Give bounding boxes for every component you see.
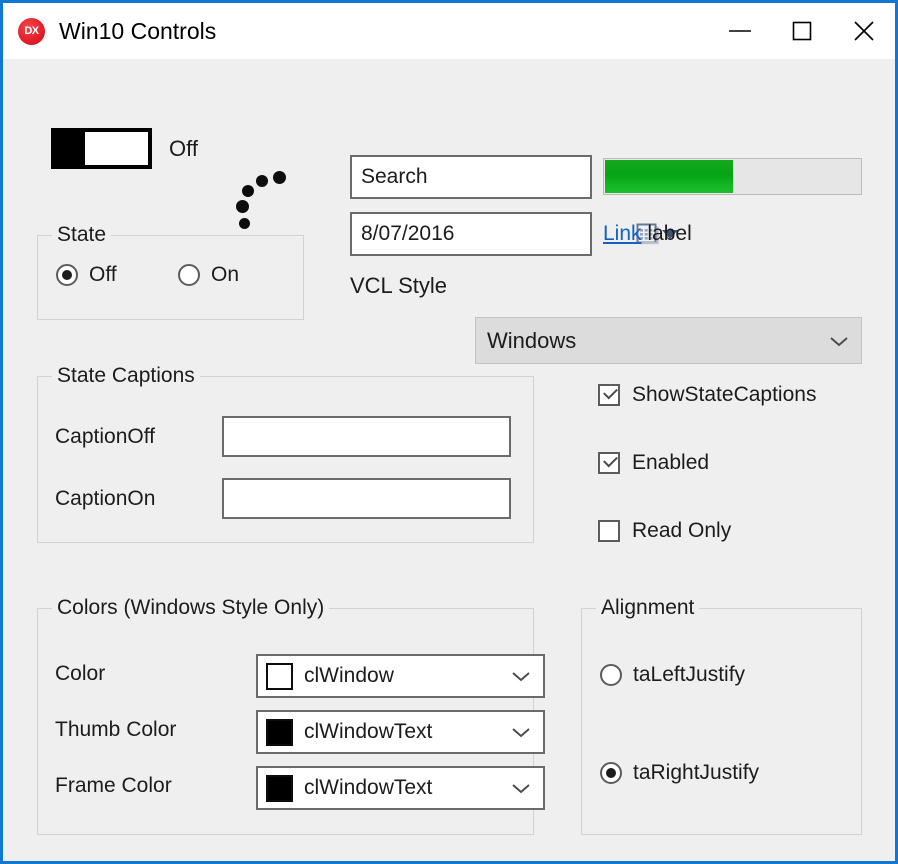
chevron-down-icon[interactable] — [499, 725, 543, 739]
checkbox-label: Enabled — [632, 451, 709, 475]
activity-dot — [256, 175, 268, 187]
checkbox-indicator — [598, 520, 620, 542]
caption-button-group — [709, 3, 895, 59]
caption-on-field[interactable] — [222, 478, 511, 519]
thumb-color-combo[interactable]: clWindowText — [256, 710, 545, 754]
client-area: Off — [3, 59, 895, 861]
activity-dot — [239, 218, 250, 229]
radio-indicator — [600, 664, 622, 686]
frame-color-combo[interactable]: clWindowText — [256, 766, 545, 810]
minimize-button[interactable] — [709, 3, 771, 59]
toggle-switch-row: Off — [51, 128, 198, 169]
state-captions-groupbox: State Captions CaptionOff CaptionOn — [37, 376, 534, 543]
state-groupbox-title: State — [52, 223, 111, 247]
caption-off-field[interactable] — [222, 416, 511, 457]
progress-bar-fill — [605, 160, 733, 193]
app-icon-text: DX — [24, 25, 38, 37]
close-icon — [852, 19, 876, 43]
radio-ta-left-justify[interactable]: taLeftJustify — [600, 663, 745, 687]
color-value: clWindow — [293, 664, 499, 688]
close-button[interactable] — [833, 3, 895, 59]
vcl-style-combo[interactable]: Windows — [475, 317, 862, 364]
checkbox-indicator — [598, 384, 620, 406]
checkbox-indicator — [598, 452, 620, 474]
caption-off-input[interactable] — [224, 418, 509, 455]
checkbox-label: ShowStateCaptions — [632, 383, 816, 407]
activity-dot — [236, 200, 249, 213]
maximize-icon — [791, 20, 813, 42]
radio-indicator — [178, 264, 200, 286]
activity-dot — [273, 171, 286, 184]
checkbox-show-state-captions[interactable]: ShowStateCaptions — [598, 383, 816, 407]
date-picker[interactable] — [350, 212, 592, 256]
progress-bar — [603, 158, 862, 195]
link-label: Link label — [603, 222, 692, 246]
toggle-state-label: Off — [169, 136, 198, 162]
link-label-rest: label — [642, 222, 692, 245]
toggle-thumb — [55, 132, 85, 165]
caption-on-input[interactable] — [224, 480, 509, 517]
search-box[interactable] — [350, 155, 592, 199]
radio-state-on[interactable]: On — [178, 263, 239, 287]
checkbox-label: Read Only — [632, 519, 731, 543]
alignment-groupbox-title: Alignment — [596, 596, 699, 620]
checkbox-read-only[interactable]: Read Only — [598, 519, 731, 543]
radio-indicator — [56, 264, 78, 286]
frame-color-value: clWindowText — [293, 776, 499, 800]
date-input[interactable] — [352, 222, 636, 246]
chevron-down-icon[interactable] — [499, 669, 543, 683]
dx-logo-icon: DX — [18, 18, 45, 45]
vcl-style-label: VCL Style — [350, 273, 447, 299]
radio-label: Off — [89, 263, 117, 287]
color-label: Color — [55, 662, 105, 686]
color-swatch — [266, 775, 293, 802]
window-title: Win10 Controls — [59, 18, 216, 45]
vcl-style-value: Windows — [476, 328, 817, 354]
activity-indicator — [235, 159, 293, 227]
chevron-down-icon[interactable] — [817, 334, 861, 348]
application-window: DX Win10 Controls — [0, 0, 898, 864]
radio-state-off[interactable]: Off — [56, 263, 117, 287]
color-combo[interactable]: clWindow — [256, 654, 545, 698]
maximize-button[interactable] — [771, 3, 833, 59]
chevron-down-icon[interactable] — [499, 781, 543, 795]
caption-off-label: CaptionOff — [55, 425, 155, 449]
caption-on-label: CaptionOn — [55, 487, 155, 511]
radio-ta-right-justify[interactable]: taRightJustify — [600, 761, 759, 785]
thumb-color-value: clWindowText — [293, 720, 499, 744]
state-groupbox: State Off On — [37, 235, 304, 320]
minimize-icon — [727, 24, 753, 38]
alignment-groupbox: Alignment taLeftJustify taRightJustify — [581, 608, 862, 835]
color-swatch — [266, 719, 293, 746]
search-input[interactable] — [352, 165, 638, 189]
thumb-color-label: Thumb Color — [55, 718, 176, 742]
color-swatch — [266, 663, 293, 690]
radio-indicator — [600, 762, 622, 784]
colors-groupbox-title: Colors (Windows Style Only) — [52, 596, 329, 620]
activity-dot — [242, 185, 254, 197]
colors-groupbox: Colors (Windows Style Only) Color clWind… — [37, 608, 534, 835]
hyperlink[interactable]: Link — [603, 222, 642, 245]
title-bar: DX Win10 Controls — [3, 3, 895, 59]
frame-color-label: Frame Color — [55, 774, 172, 798]
radio-label: taRightJustify — [633, 761, 759, 785]
toggle-switch[interactable] — [51, 128, 152, 169]
checkbox-enabled[interactable]: Enabled — [598, 451, 709, 475]
radio-label: taLeftJustify — [633, 663, 745, 687]
radio-label: On — [211, 263, 239, 287]
state-captions-groupbox-title: State Captions — [52, 364, 200, 388]
